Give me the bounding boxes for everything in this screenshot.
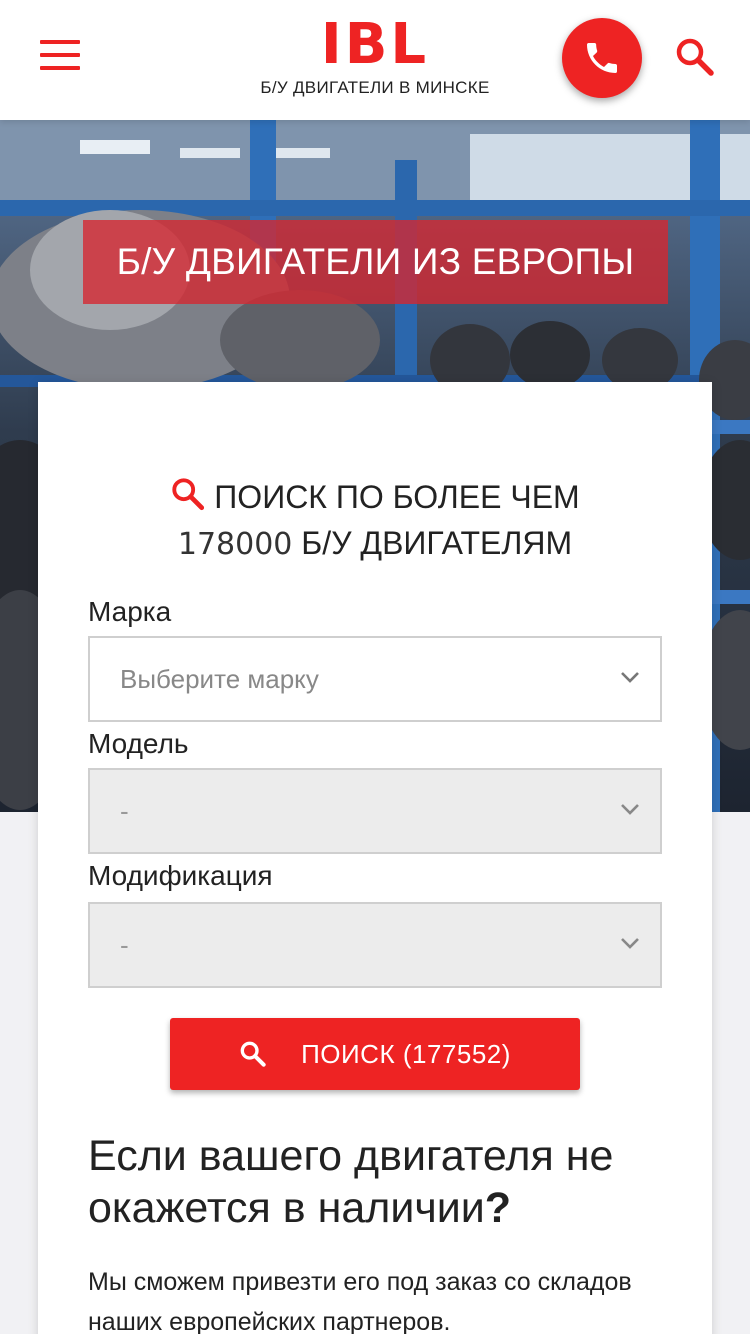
logo-tagline: Б/У ДВИГАТЕЛИ В МИНСКЕ <box>260 78 490 97</box>
phone-icon <box>587 43 617 73</box>
hero-banner-text: Б/У ДВИГАТЕЛИ ИЗ ЕВРОПЫ <box>116 241 635 282</box>
model-select-value: - <box>120 795 129 826</box>
search-title-line2: Б/У ДВИГАТЕЛЯМ <box>301 525 573 561</box>
modification-select-value: - <box>120 929 129 960</box>
notice-title-text: Если вашего двигателя не окажется в нали… <box>88 1132 614 1232</box>
notice-title: Если вашего двигателя не окажется в нали… <box>88 1130 688 1234</box>
search-button[interactable]: ПОИСК (177552) <box>170 1018 580 1090</box>
search-title-line1: ПОИСК ПО БОЛЕЕ ЧЕМ <box>214 479 580 515</box>
call-button[interactable] <box>562 18 642 98</box>
search-card: ПОИСК ПО БОЛЕЕ ЧЕМ 178000 Б/У ДВИГАТЕЛЯМ… <box>38 382 712 1334</box>
search-icon <box>172 478 205 511</box>
make-select[interactable]: Выберите марку <box>88 636 662 722</box>
hero-banner: Б/У ДВИГАТЕЛИ ИЗ ЕВРОПЫ <box>83 220 668 304</box>
modification-select[interactable]: - <box>88 902 662 988</box>
notice-title-mark: ? <box>484 1184 512 1232</box>
chevron-down-icon <box>621 672 639 683</box>
make-select-value: Выберите марку <box>120 663 319 694</box>
model-select[interactable]: - <box>88 768 662 854</box>
search-title: ПОИСК ПО БОЛЕЕ ЧЕМ 178000 Б/У ДВИГАТЕЛЯМ <box>38 474 712 568</box>
make-label: Марка <box>88 596 172 627</box>
model-label: Модель <box>88 728 189 759</box>
chevron-down-icon <box>621 938 639 949</box>
engine-count: 178000 <box>177 527 293 562</box>
search-icon <box>240 1041 266 1067</box>
modification-label: Модификация <box>88 860 273 891</box>
site-header: IBL Б/У ДВИГАТЕЛИ В МИНСКЕ <box>0 0 750 120</box>
chevron-down-icon <box>621 804 639 815</box>
notice-text: Мы сможем привезти его под заказ со скла… <box>88 1268 632 1334</box>
search-icon[interactable] <box>674 36 716 78</box>
search-button-label: ПОИСК (177552) <box>301 1038 511 1069</box>
